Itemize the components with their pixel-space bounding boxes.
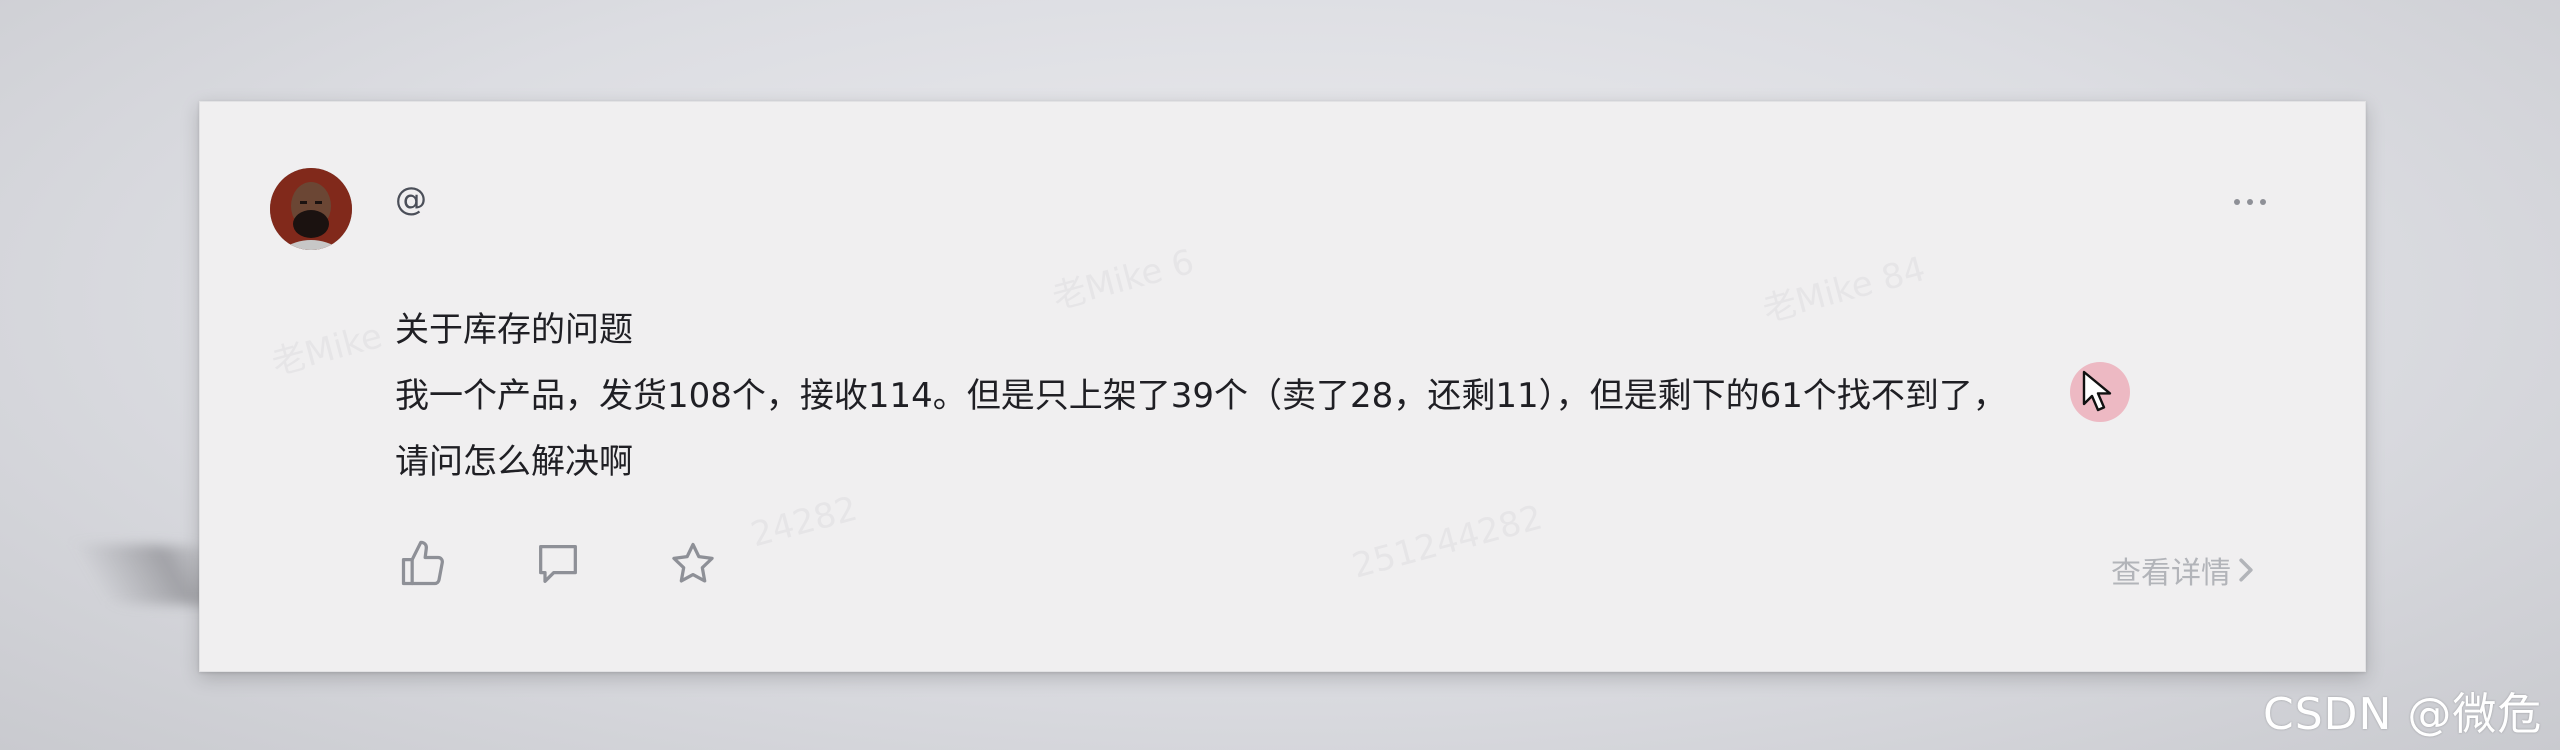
action-bar	[395, 534, 800, 594]
like-button[interactable]	[395, 536, 451, 592]
thumbs-up-icon	[401, 540, 444, 586]
more-dots-icon	[2234, 199, 2240, 205]
favorite-button[interactable]	[665, 536, 721, 592]
post-title: 关于库存的问题	[395, 310, 633, 350]
mouse-cursor	[2070, 362, 2130, 422]
avatar[interactable]	[270, 168, 352, 250]
chevron-right-icon	[2239, 558, 2253, 582]
post-body-line: 我一个产品，发货108个，接收114。但是只上架了39个（卖了28，还剩11），…	[395, 376, 2007, 416]
background-watermark: 251244282	[1348, 497, 1547, 587]
comment-icon	[539, 545, 577, 583]
more-options-button[interactable]	[2220, 182, 2280, 222]
mouse-cursor-icon	[2082, 370, 2112, 412]
post-body-line: 请问怎么解决啊	[395, 442, 633, 482]
star-icon	[672, 542, 714, 583]
username[interactable]: @	[395, 180, 427, 218]
post-content: 关于库存的问题 我一个产品，发货108个，接收114。但是只上架了39个（卖了2…	[395, 297, 2295, 495]
csdn-watermark: CSDN @微危	[2263, 689, 2543, 740]
view-details-label: 查看详情	[2111, 556, 2231, 591]
background-watermark: 老Mike	[267, 316, 387, 384]
comment-button[interactable]	[530, 536, 586, 592]
question-card: 老Mike 老Mike 6 老Mike 84 24282 251244282 @…	[199, 101, 2366, 672]
more-dots-icon	[2260, 199, 2266, 205]
more-dots-icon	[2247, 199, 2253, 205]
view-details-link[interactable]: 查看详情	[2111, 548, 2255, 592]
